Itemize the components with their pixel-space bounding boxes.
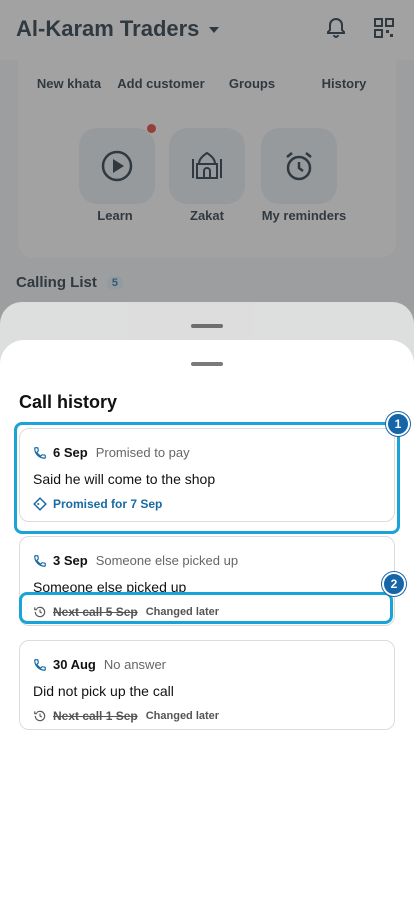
card-header: 3 Sep Someone else picked up <box>33 553 238 568</box>
card-header: 30 Aug No answer <box>33 657 166 672</box>
call-record-card[interactable]: 30 Aug No answer Did not pick up the cal… <box>19 640 395 730</box>
highlight-box-1 <box>14 422 400 534</box>
highlight-box-2 <box>19 592 393 624</box>
sheet-title: Call history <box>19 392 118 412</box>
annotation-marker-2: 2 <box>382 572 406 596</box>
phone-icon <box>34 658 46 671</box>
history-icon <box>34 710 46 722</box>
call-status: No answer <box>103 657 166 672</box>
next-call-row: Next call 1 Sep Changed later <box>33 709 219 723</box>
changed-later-label: Changed later <box>145 710 220 722</box>
call-date: 30 Aug <box>53 657 96 672</box>
call-status: Someone else picked up <box>95 553 239 568</box>
call-history-sheet: Call history 6 Sep Promised to pay Said … <box>0 340 414 900</box>
next-call-date: Next call 1 Sep <box>53 709 138 723</box>
back-sheet-handle[interactable] <box>191 324 223 328</box>
call-date: 3 Sep <box>53 553 88 568</box>
annotation-marker-1: 1 <box>386 412 410 436</box>
sheet-drag-handle[interactable] <box>191 362 223 366</box>
phone-icon <box>34 554 46 567</box>
call-note: Did not pick up the call <box>33 683 174 699</box>
